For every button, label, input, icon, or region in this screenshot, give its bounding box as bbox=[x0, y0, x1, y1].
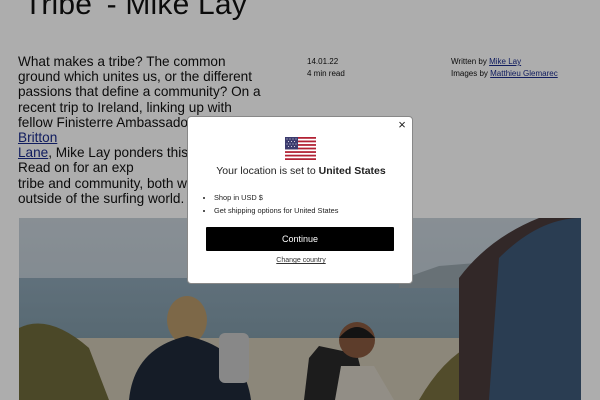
location-benefits-list: Shop in USD $ Get shipping options for U… bbox=[206, 192, 338, 217]
location-country: United States bbox=[318, 165, 386, 177]
list-item: Shop in USD $ bbox=[214, 192, 338, 205]
close-icon[interactable]: × bbox=[395, 118, 409, 132]
location-prefix: Your location is set to bbox=[216, 165, 319, 177]
continue-button[interactable]: Continue bbox=[206, 227, 394, 251]
location-modal: × Your location is set to United States … bbox=[187, 116, 413, 284]
location-message: Your location is set to United States bbox=[188, 165, 414, 177]
change-country-link[interactable]: Change country bbox=[188, 257, 414, 264]
us-flag-icon bbox=[285, 137, 316, 160]
list-item: Get shipping options for United States bbox=[214, 205, 338, 218]
